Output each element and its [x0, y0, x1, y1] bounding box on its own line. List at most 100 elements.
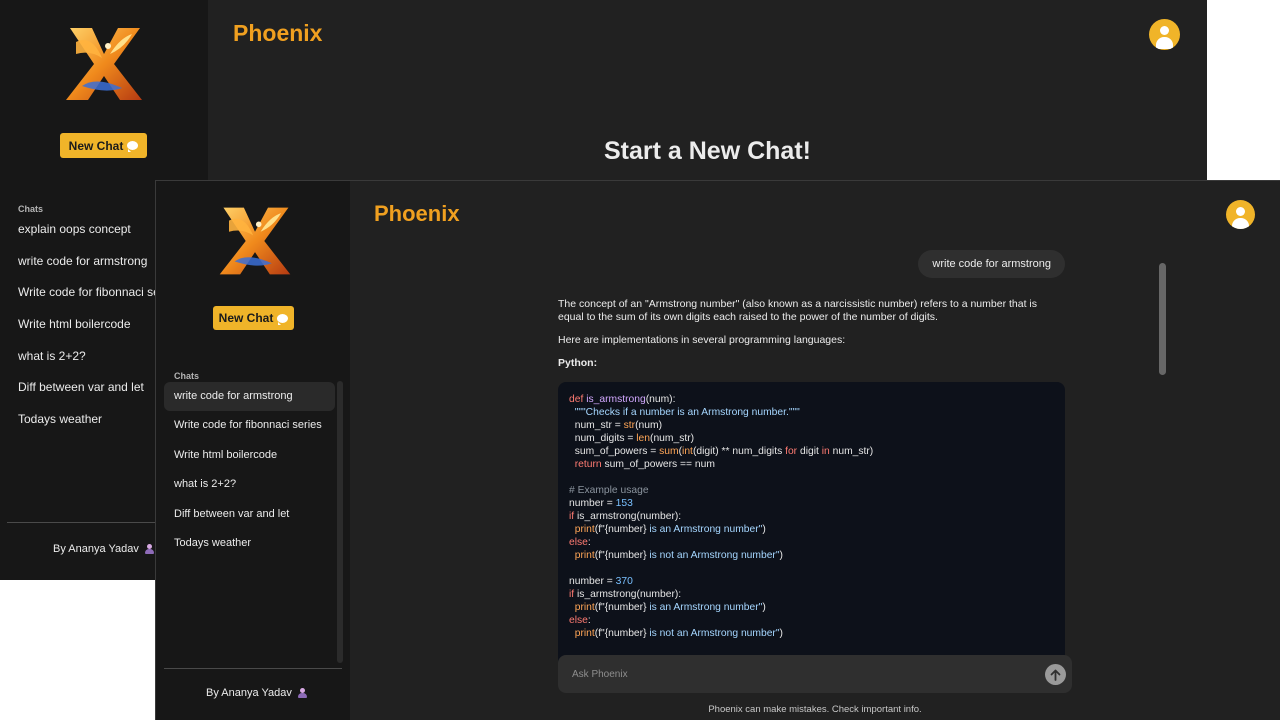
sidebar-divider: [164, 668, 342, 669]
code-line: print(f"{number} is not an Armstrong num…: [569, 549, 1054, 562]
chat-history-item[interactable]: Write code for fibonnaci series: [164, 411, 335, 440]
response-paragraph: Here are implementations in several prog…: [558, 334, 846, 346]
code-line: print(f"{number} is not an Armstrong num…: [569, 627, 1054, 640]
phoenix-logo: [66, 28, 142, 100]
code-token: is an Armstrong number": [646, 524, 763, 535]
code-token: is not an Armstrong number": [646, 628, 780, 639]
code-token: # Example usage: [569, 485, 649, 496]
chat-history-item[interactable]: what is 2+2?: [164, 470, 335, 499]
chat-history-item[interactable]: Write html boilercode: [164, 441, 335, 470]
code-token: {number}: [604, 524, 647, 535]
code-token: number =: [569, 576, 616, 587]
code-token: else: [569, 537, 588, 548]
code-token: sum_of_powers == num: [601, 459, 715, 470]
sidebar: New Chat Chats write code for armstrong …: [156, 181, 350, 720]
code-token: num_digits =: [569, 433, 637, 444]
code-token: 370: [615, 576, 633, 587]
code-token: {number}: [604, 628, 647, 639]
chat-history-item[interactable]: Diff between var and let: [164, 500, 335, 529]
chats-section-label: Chats: [174, 371, 200, 381]
author-credit: By Ananya Yadav: [53, 543, 154, 555]
code-token: is_armstrong: [586, 394, 646, 405]
sidebar-scrollbar[interactable]: [337, 381, 343, 663]
code-token: ): [762, 602, 766, 613]
code-token: ): [779, 550, 783, 561]
new-chat-button[interactable]: New Chat: [60, 133, 147, 158]
code-token: print: [574, 524, 595, 535]
code-line: else:: [569, 536, 1054, 549]
code-token: (f": [594, 524, 605, 535]
code-token: is_armstrong(number):: [574, 511, 682, 522]
chat-history-list: write code for armstrong Write code for …: [164, 382, 335, 558]
conversation-window: New Chat Chats write code for armstrong …: [155, 180, 1280, 720]
new-chat-label: New Chat: [218, 311, 274, 325]
app-title: Phoenix: [374, 201, 460, 226]
code-token: sum_of_powers =: [569, 446, 660, 457]
code-line: sum_of_powers = sum(int(digit) ** num_di…: [569, 445, 1054, 458]
code-line: """Checks if a number is an Armstrong nu…: [569, 406, 1054, 419]
code-line: number = 370: [569, 575, 1054, 588]
code-token: return: [574, 459, 602, 470]
start-new-chat-heading: Start a New Chat!: [604, 137, 811, 165]
code-token: """Checks if a number is an Armstrong nu…: [569, 407, 800, 418]
code-token: def: [569, 394, 587, 405]
code-token: (f": [594, 550, 605, 561]
chat-history-item-active[interactable]: write code for armstrong: [164, 382, 335, 412]
code-line: else:: [569, 614, 1054, 627]
code-token: num_str =: [569, 420, 624, 431]
code-block: def is_armstrong(num): """Checks if a nu…: [558, 382, 1065, 682]
code-line: # Example usage: [569, 484, 1054, 497]
send-button[interactable]: [1045, 664, 1066, 685]
code-token: (num_str): [650, 433, 695, 444]
code-token: is not an Armstrong number": [646, 550, 780, 561]
code-token: (num): [635, 420, 662, 431]
code-token: is an Armstrong number": [646, 602, 763, 613]
code-token: str: [623, 420, 636, 431]
chat-bubble-icon: [127, 141, 139, 152]
code-token: ): [779, 628, 783, 639]
code-token: int: [682, 446, 693, 457]
code-line: number = 153: [569, 497, 1054, 510]
code-token: (digit) ** num_digits: [692, 446, 786, 457]
code-token: {number}: [604, 550, 647, 561]
prompt-bar: [558, 655, 1072, 693]
prompt-input[interactable]: [572, 655, 1032, 693]
code-token: len: [636, 433, 651, 444]
chats-section-label: Chats: [18, 204, 44, 214]
new-chat-label: New Chat: [68, 138, 124, 153]
code-line: num_digits = len(num_str): [569, 432, 1054, 445]
user-message-bubble: write code for armstrong: [918, 250, 1065, 278]
chat-scrollbar[interactable]: [1159, 263, 1166, 375]
code-token: for: [785, 446, 798, 457]
disclaimer-text: Phoenix can make mistakes. Check importa…: [708, 704, 922, 715]
chat-bubble-icon: [277, 313, 289, 325]
code-token: print: [574, 550, 595, 561]
phoenix-logo: [219, 207, 291, 275]
code-token: is_armstrong(number):: [574, 589, 682, 600]
code-token: digit: [797, 446, 822, 457]
assistant-response: The concept of an "Armstrong number" (al…: [558, 298, 1064, 380]
code-token: (num):: [645, 394, 676, 405]
code-token: in: [821, 446, 830, 457]
code-token: num_str): [829, 446, 874, 457]
arrow-up-icon: [1050, 669, 1061, 681]
response-paragraph: The concept of an "Armstrong number" (al…: [558, 298, 1037, 323]
code-token: :: [587, 615, 591, 626]
code-token: print: [574, 628, 595, 639]
person-icon: [297, 687, 307, 699]
author-credit: By Ananya Yadav: [206, 687, 307, 699]
code-token: (f": [594, 628, 605, 639]
new-chat-button[interactable]: New Chat: [213, 306, 294, 330]
code-token: ): [762, 524, 766, 535]
code-token: :: [587, 537, 591, 548]
code-line: if is_armstrong(number):: [569, 510, 1054, 523]
user-avatar-icon[interactable]: [1226, 200, 1255, 229]
code-line: num_str = str(num): [569, 419, 1054, 432]
code-line: return sum_of_powers == num: [569, 458, 1054, 471]
code-token: (f": [594, 602, 605, 613]
code-line: print(f"{number} is an Armstrong number"…: [569, 601, 1054, 614]
chat-history-item[interactable]: Todays weather: [164, 529, 335, 558]
user-avatar-icon[interactable]: [1149, 19, 1180, 50]
